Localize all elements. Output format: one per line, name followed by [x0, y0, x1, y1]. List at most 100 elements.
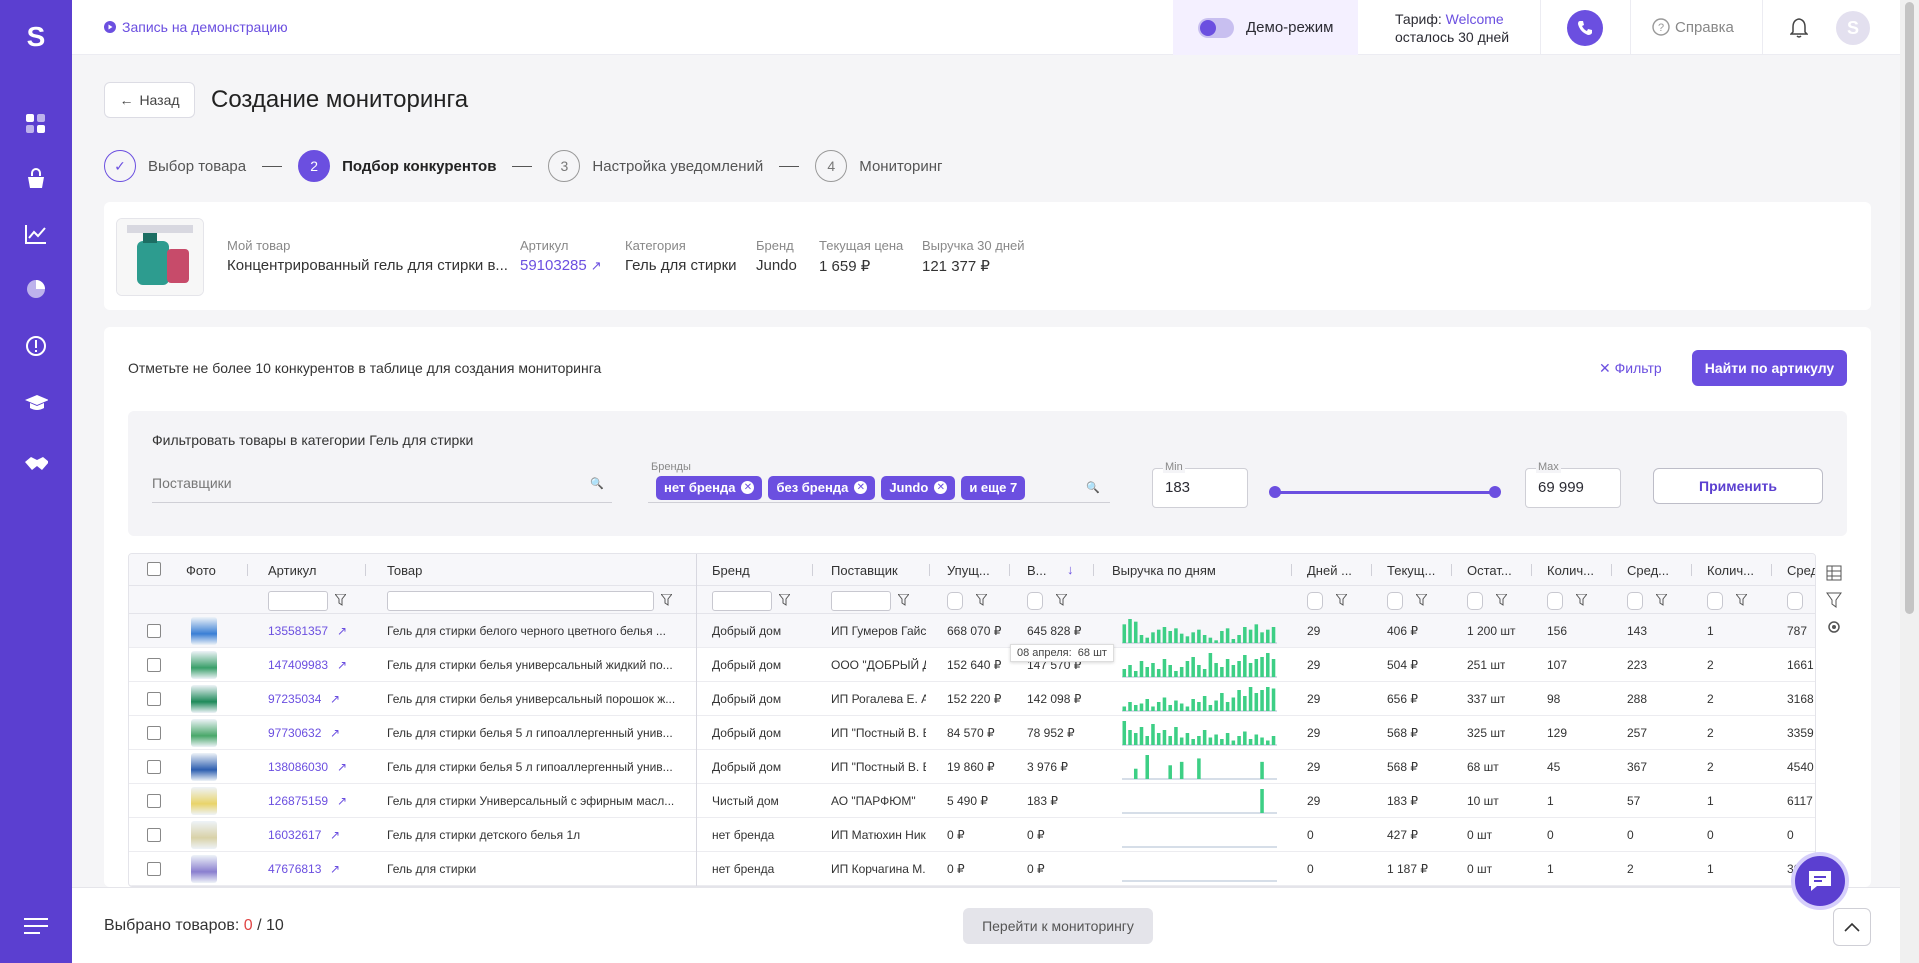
revenue-sparkline[interactable] — [1122, 617, 1277, 645]
sparkline-bar[interactable] — [1174, 700, 1178, 712]
sparkline-bar[interactable] — [1151, 663, 1155, 677]
phone-button[interactable] — [1567, 10, 1603, 46]
sparkline-bar[interactable] — [1214, 640, 1218, 643]
sparkline-bar[interactable] — [1214, 700, 1218, 712]
sparkline-bar[interactable] — [1271, 736, 1276, 745]
page-scrollbar[interactable] — [1900, 0, 1919, 963]
filter-icon[interactable] — [1056, 594, 1067, 606]
price-range-slider[interactable] — [1269, 486, 1501, 498]
sparkline-bar[interactable] — [1179, 667, 1184, 677]
brand-chip[interactable]: без бренда ✕ — [768, 475, 876, 500]
article-link[interactable]: 138086030 — [268, 760, 328, 774]
sparkline-bar[interactable] — [1145, 667, 1150, 677]
price-filter-input[interactable] — [1387, 592, 1403, 610]
article-filter-input[interactable] — [268, 591, 328, 611]
product-name[interactable]: Гель для стирки белого черного цветного … — [387, 624, 679, 638]
external-link-icon[interactable]: ↗ — [330, 726, 340, 740]
filter-icon[interactable] — [1496, 594, 1507, 606]
sparkline-bar[interactable] — [1162, 627, 1167, 643]
sparkline-bar[interactable] — [1243, 696, 1247, 711]
tariff-name[interactable]: Welcome — [1446, 11, 1504, 27]
col-separator[interactable] — [247, 564, 248, 576]
chart-line-icon[interactable] — [24, 222, 48, 246]
filter-icon[interactable] — [335, 594, 346, 606]
col-avg2[interactable]: Сред... — [1787, 563, 1815, 578]
product-name[interactable]: Гель для стирки белья универсальный жидк… — [387, 658, 679, 672]
close-icon[interactable]: ✕ — [934, 481, 948, 494]
sparkline-bar[interactable] — [1168, 705, 1172, 711]
days-filter-input[interactable] — [1307, 592, 1323, 610]
row-checkbox[interactable] — [147, 692, 161, 706]
min-price-input[interactable]: Min 183 — [1152, 461, 1248, 508]
row-checkbox[interactable] — [147, 828, 161, 842]
sparkline-bar[interactable] — [1271, 688, 1276, 712]
row-checkbox[interactable] — [147, 726, 161, 740]
filter-icon[interactable] — [1576, 594, 1587, 606]
sparkline-bar[interactable] — [1122, 706, 1127, 712]
col-brand[interactable]: Бренд — [712, 563, 750, 578]
sparkline-bar[interactable] — [1156, 733, 1161, 745]
avatar[interactable]: S — [1836, 11, 1870, 45]
sparkline-bar[interactable] — [1225, 659, 1230, 677]
handshake-icon[interactable] — [24, 452, 48, 476]
demo-mode-toggle[interactable] — [1198, 17, 1234, 38]
chat-button[interactable] — [1791, 852, 1849, 910]
sparkline-bar[interactable] — [1156, 629, 1161, 643]
sparkline-bar[interactable] — [1254, 659, 1259, 677]
revenue-sparkline[interactable] — [1122, 787, 1277, 815]
col-separator[interactable] — [812, 564, 813, 576]
sparkline-bar[interactable] — [1260, 657, 1264, 677]
sparkline-bar[interactable] — [1122, 624, 1127, 643]
sparkline-bar[interactable] — [1260, 761, 1264, 779]
sparkline-bar[interactable] — [1243, 655, 1247, 677]
col-qty2[interactable]: Колич... — [1707, 563, 1754, 578]
revenue-sparkline[interactable] — [1122, 855, 1277, 883]
col-separator[interactable] — [365, 564, 366, 576]
sparkline-bar[interactable] — [1139, 727, 1144, 745]
sparkline-bar[interactable] — [1174, 628, 1178, 643]
article-link[interactable]: 16032617 — [268, 828, 321, 842]
sparkline-bar[interactable] — [1248, 739, 1253, 745]
sparkline-bar[interactable] — [1133, 733, 1138, 745]
row-checkbox[interactable] — [147, 624, 161, 638]
external-link-icon[interactable]: ↗ — [337, 794, 347, 808]
sparkline-bar[interactable] — [1260, 789, 1264, 813]
sparkline-bar[interactable] — [1128, 619, 1132, 643]
pie-chart-icon[interactable] — [24, 277, 48, 301]
sparkline-bar[interactable] — [1220, 693, 1224, 711]
sparkline-bar[interactable] — [1162, 659, 1167, 677]
sparkline-bar[interactable] — [1145, 755, 1150, 779]
back-button[interactable]: ← Назад — [104, 82, 195, 118]
close-icon[interactable]: ✕ — [741, 481, 755, 494]
sparkline-bar[interactable] — [1214, 734, 1218, 746]
qty2-filter-input[interactable] — [1707, 592, 1723, 610]
brand-filter-input[interactable] — [712, 591, 772, 611]
sparkline-bar[interactable] — [1220, 667, 1224, 677]
supplier-filter-input[interactable] — [831, 591, 891, 611]
product-name[interactable]: Гель для стирки — [387, 862, 679, 876]
sparkline-bar[interactable] — [1162, 697, 1167, 712]
step-1-label[interactable]: Выбор товара — [148, 158, 246, 175]
sparkline-bar[interactable] — [1197, 702, 1201, 711]
article-link[interactable]: 59103285 — [520, 257, 587, 274]
sparkline-bar[interactable] — [1225, 733, 1230, 745]
filter-icon[interactable] — [898, 594, 909, 606]
col-current-price[interactable]: Текущ... — [1387, 563, 1435, 578]
col-qty1[interactable]: Колич... — [1547, 563, 1594, 578]
suppliers-input[interactable]: Поставщики 🔍 — [152, 465, 612, 503]
sparkline-bar[interactable] — [1139, 703, 1144, 712]
sparkline-bar[interactable] — [1254, 624, 1259, 643]
sparkline-bar[interactable] — [1168, 765, 1172, 779]
sparkline-bar[interactable] — [1220, 631, 1224, 643]
sparkline-bar[interactable] — [1133, 768, 1138, 779]
product-photo[interactable] — [191, 651, 217, 679]
sparkline-bar[interactable] — [1145, 699, 1150, 711]
article-link[interactable]: 147409983 — [268, 658, 328, 672]
go-to-monitoring-button[interactable]: Перейти к мониторингу — [963, 908, 1153, 944]
revenue-sparkline[interactable] — [1122, 651, 1277, 679]
step-2-label[interactable]: Подбор конкурентов — [342, 158, 496, 175]
brands-input[interactable]: нет бренда ✕ без бренда ✕ Jundo ✕ и еще 7 🔍 — [648, 473, 1110, 503]
filter-toggle[interactable]: ✕ Фильтр — [1599, 360, 1662, 377]
sparkline-bar[interactable] — [1139, 635, 1144, 643]
table-row[interactable]: 126875159 ↗ Гель для стирки Универсальный … — [129, 784, 1815, 818]
